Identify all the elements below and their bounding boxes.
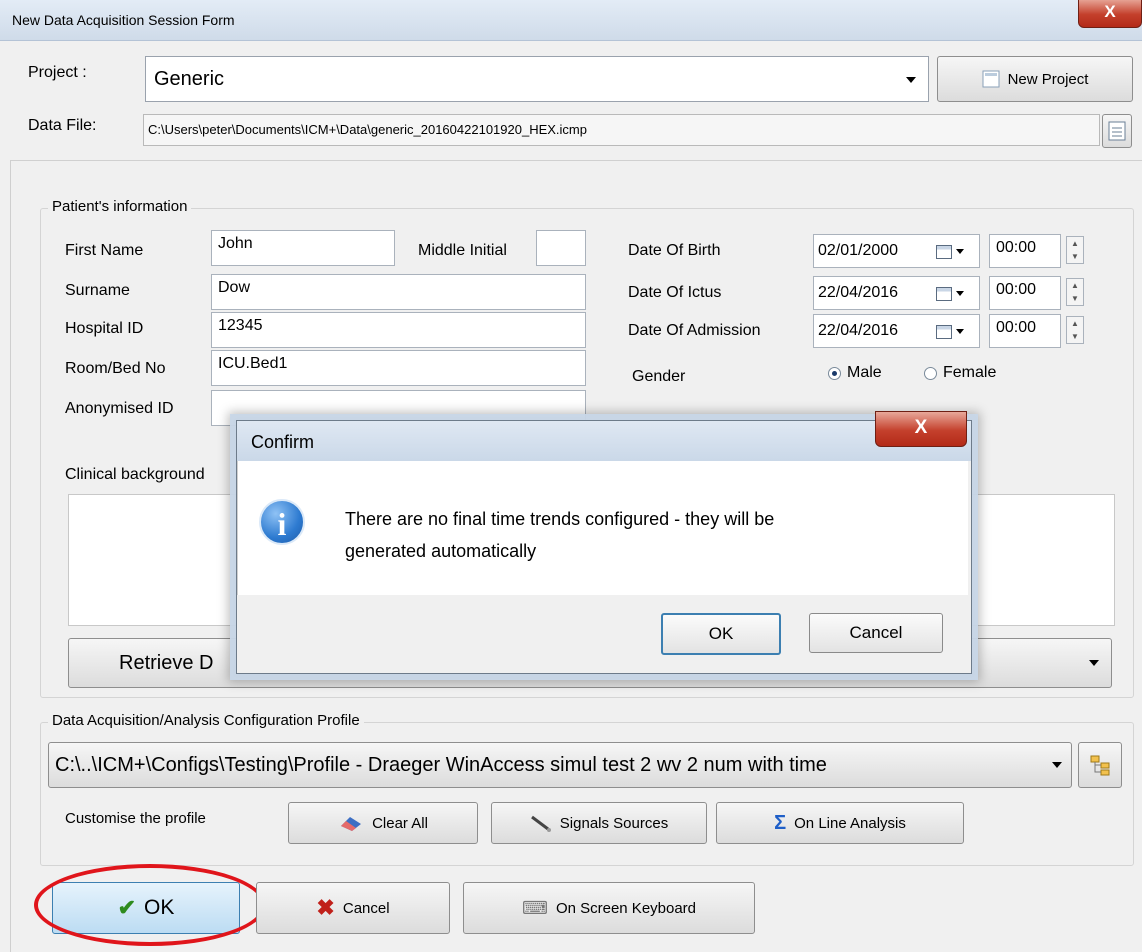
calendar-icon [936,325,952,339]
profile-browse-button[interactable] [1078,742,1122,788]
sigma-icon: Σ [774,811,787,834]
calendar-icon [936,245,952,259]
dialog-ok-button[interactable]: OK [661,613,781,655]
highlight-ring [34,864,266,946]
left-border [10,160,11,952]
project-value: Generic [154,68,225,90]
dob-time-spinner[interactable]: ▲ ▼ [1066,236,1084,264]
project-label: Project : [28,64,87,81]
gender-male-label: Male [847,364,882,381]
probe-icon [530,815,551,832]
cancel-button[interactable]: ✖ Cancel [256,882,450,934]
radio-unselected-icon [924,366,937,380]
calendar-icon [936,287,952,301]
surname-label: Surname [65,282,130,299]
dialog-title: Confirm [251,432,315,452]
profile-title: Data Acquisition/Analysis Configuration … [48,712,364,729]
dob-label: Date Of Birth [628,242,721,259]
radio-selected-icon [828,366,841,380]
dob-time-input[interactable]: 00:00 [989,234,1061,268]
room-bed-label: Room/Bed No [65,360,166,377]
chevron-down-icon [906,77,916,83]
signals-sources-label: Signals Sources [559,814,669,832]
window-close-button[interactable]: X [1078,0,1142,28]
online-analysis-button[interactable]: Σ On Line Analysis [716,802,964,844]
dialog-titlebar: Confirm [237,421,971,461]
chevron-down-icon [956,249,964,254]
confirm-dialog: Confirm X i There are no final time tren… [236,411,972,674]
room-bed-input[interactable]: ICU.Bed1 [211,350,586,386]
project-select[interactable]: Generic [145,56,929,102]
cancel-label: Cancel [342,899,390,917]
window-title: New Data Acquisition Session Form [12,12,235,28]
first-name-label: First Name [65,242,144,259]
chevron-down-icon [956,291,964,296]
info-icon: i [259,499,305,545]
tree-icon [1090,755,1110,776]
dob-value: 02/01/2000 [818,242,899,259]
data-file-label: Data File: [28,117,97,134]
hospital-id-label: Hospital ID [65,320,144,337]
admission-time-spinner[interactable]: ▲ ▼ [1066,316,1084,344]
clinical-background-label: Clinical background [65,466,205,483]
ictus-picker[interactable]: 22/04/2016 [813,276,980,310]
ictus-time-input[interactable]: 00:00 [989,276,1061,310]
chevron-down-icon [956,329,964,334]
clear-all-label: Clear All [372,814,428,832]
profile-select[interactable]: C:\..\ICM+\Configs\Testing\Profile - Dra… [48,742,1072,788]
divider [10,160,1142,161]
surname-input[interactable]: Dow [211,274,586,310]
patient-info-title: Patient's information [48,198,192,215]
admission-picker[interactable]: 22/04/2016 [813,314,980,348]
online-analysis-label: On Line Analysis [794,814,906,832]
customise-label: Customise the profile [65,810,206,827]
dob-picker[interactable]: 02/01/2000 [813,234,980,268]
new-project-button[interactable]: New Project [937,56,1133,102]
gender-male-radio[interactable]: Male [828,364,882,382]
document-icon [982,70,1000,88]
data-file-path: C:\Users\peter\Documents\ICM+\Data\gener… [148,122,587,137]
profile-path: C:\..\ICM+\Configs\Testing\Profile - Dra… [55,753,827,776]
ictus-label: Date Of Ictus [628,284,722,301]
dialog-cancel-button[interactable]: Cancel [809,613,943,653]
data-file-field[interactable]: C:\Users\peter\Documents\ICM+\Data\gener… [143,114,1100,146]
eraser-icon [341,817,362,831]
keyboard-icon: ⌨ [521,897,548,918]
keyboard-label: On Screen Keyboard [555,899,697,917]
cancel-x-icon: ✖ [316,895,335,920]
clear-all-button[interactable]: Clear All [288,802,478,844]
chevron-down-icon [1089,660,1099,666]
hospital-id-input[interactable]: 12345 [211,312,586,348]
dialog-close-button[interactable]: X [875,411,967,447]
ictus-time-spinner[interactable]: ▲ ▼ [1066,278,1084,306]
file-browse-icon [1108,121,1126,141]
dialog-message-line1: There are no final time trends configure… [345,509,775,529]
admission-label: Date Of Admission [628,322,761,339]
browse-file-button[interactable] [1102,114,1132,148]
admission-time-input[interactable]: 00:00 [989,314,1061,348]
new-project-label: New Project [1007,70,1089,88]
first-name-input[interactable]: John [211,230,395,266]
on-screen-keyboard-button[interactable]: ⌨ On Screen Keyboard [463,882,755,934]
retrieve-label: Retrieve D [119,651,214,674]
chevron-down-icon [1052,762,1062,768]
dialog-message-line2: generated automatically [345,541,537,561]
gender-female-radio[interactable]: Female [924,364,996,382]
window-titlebar: New Data Acquisition Session Form [0,0,1142,41]
anonymised-id-label: Anonymised ID [65,400,174,417]
middle-initial-input[interactable] [536,230,586,266]
middle-initial-label: Middle Initial [418,242,507,259]
ictus-value: 22/04/2016 [818,284,899,301]
gender-female-label: Female [943,364,997,381]
signals-sources-button[interactable]: Signals Sources [491,802,707,844]
admission-value: 22/04/2016 [818,322,899,339]
gender-label: Gender [632,368,686,385]
